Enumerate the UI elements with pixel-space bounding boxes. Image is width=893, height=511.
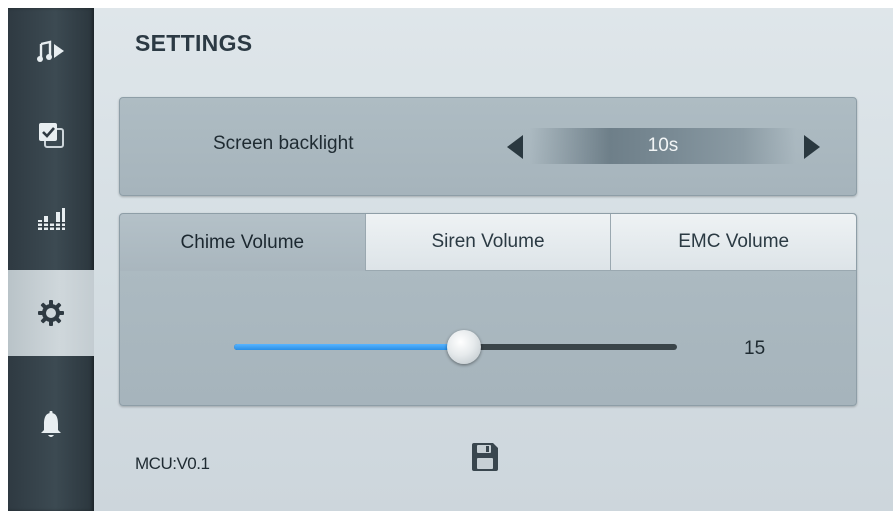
equalizer-icon (38, 208, 65, 230)
settings-screen: SETTINGS Screen backlight 10s Chime Volu… (0, 0, 893, 511)
bell-icon (41, 411, 61, 437)
page-title: SETTINGS (135, 30, 253, 56)
volume-slider[interactable] (234, 330, 677, 364)
tab-siren-volume[interactable]: Siren Volume (364, 214, 611, 271)
volume-value: 15 (744, 338, 766, 359)
volume-tabs: Chime Volume Siren Volume EMC Volume (120, 214, 857, 271)
mcu-version: MCU:V0.1 (135, 454, 210, 473)
sidebar-item-settings[interactable] (8, 270, 94, 356)
slider-handle[interactable] (447, 330, 481, 364)
arrow-left-icon[interactable] (507, 135, 523, 159)
tab-emc-volume[interactable]: EMC Volume (610, 214, 857, 271)
backlight-value: 10s (530, 128, 796, 164)
sidebar-item-audio[interactable] (8, 176, 94, 262)
sidebar-item-alerts[interactable] (8, 382, 94, 468)
tab-chime-volume[interactable]: Chime Volume (120, 214, 365, 271)
arrow-right-icon[interactable] (804, 135, 820, 159)
main-content: SETTINGS Screen backlight 10s Chime Volu… (94, 8, 893, 511)
sidebar-item-tasks[interactable] (8, 92, 94, 178)
sidebar (8, 8, 94, 511)
slider-fill (234, 344, 464, 350)
sidebar-item-media[interactable] (8, 8, 94, 94)
save-icon (472, 443, 498, 471)
checklist-icon (39, 123, 64, 148)
backlight-panel: Screen backlight 10s (119, 97, 857, 196)
gear-icon (38, 300, 64, 326)
music-play-icon (37, 40, 64, 62)
volume-panel: Chime Volume Siren Volume EMC Volume 15 (119, 213, 857, 406)
backlight-label: Screen backlight (213, 133, 354, 154)
save-button[interactable] (469, 441, 501, 473)
